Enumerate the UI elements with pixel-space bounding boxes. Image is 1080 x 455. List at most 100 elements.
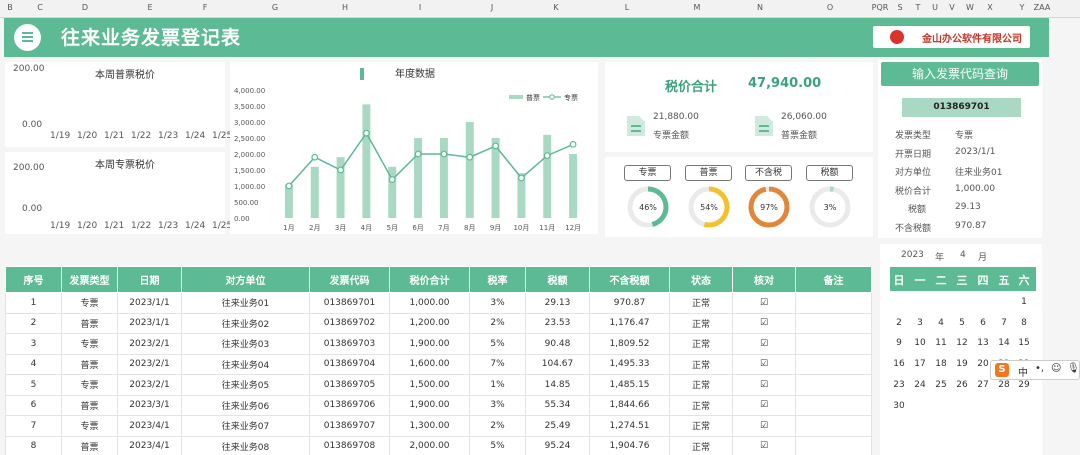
calendar-day[interactable]: 1	[1021, 297, 1027, 307]
calendar-day[interactable]: 12	[956, 338, 967, 348]
table-header-cell[interactable]: 对方单位	[181, 266, 310, 293]
table-cell[interactable]: 013869704	[309, 353, 390, 375]
column-header-E[interactable]: E	[147, 3, 152, 12]
table-cell[interactable]: 专票	[61, 292, 118, 314]
table-cell[interactable]	[795, 333, 872, 355]
table-cell[interactable]: 普票	[61, 353, 118, 375]
calendar-day[interactable]: 15	[1018, 338, 1029, 348]
table-cell[interactable]: 013869702	[309, 312, 390, 334]
calendar-day[interactable]: 28	[998, 380, 1009, 390]
table-cell[interactable]: 5	[5, 374, 62, 396]
column-header-C[interactable]: C	[37, 3, 43, 12]
calendar-day[interactable]: 6	[980, 318, 986, 328]
table-cell[interactable]	[795, 435, 872, 455]
table-header-cell[interactable]: 发票代码	[309, 266, 390, 293]
table-cell[interactable]: 1,300.00	[389, 415, 470, 437]
table-cell[interactable]: 2023/2/1	[117, 353, 182, 375]
table-header-cell[interactable]: 税价合计	[389, 266, 470, 293]
calendar-day[interactable]: 13	[977, 338, 988, 348]
calendar-day[interactable]: 3	[917, 318, 923, 328]
table-cell[interactable]: 往来业务04	[181, 353, 310, 375]
table-cell[interactable]: 013869708	[309, 435, 390, 455]
table-cell[interactable]: 1%	[469, 374, 526, 396]
table-cell[interactable]: 55.34	[525, 394, 590, 416]
column-header-J[interactable]: J	[491, 3, 493, 12]
table-cell[interactable]: 1,274.51	[589, 415, 670, 437]
column-header-T[interactable]: T	[916, 3, 921, 12]
table-cell[interactable]: 正常	[669, 353, 733, 375]
table-cell[interactable]: 104.67	[525, 353, 590, 375]
check-cell[interactable]: ☑	[732, 394, 796, 416]
table-cell[interactable]	[795, 292, 872, 314]
table-cell[interactable]: 普票	[61, 312, 118, 334]
calendar-day[interactable]: 8	[1021, 318, 1027, 328]
table-cell[interactable]: 2	[5, 312, 62, 334]
query-button[interactable]: 输入发票代码查询	[881, 62, 1039, 86]
table-cell[interactable]	[795, 312, 872, 334]
table-cell[interactable]: 7	[5, 415, 62, 437]
table-cell[interactable]: 90.48	[525, 333, 590, 355]
table-cell[interactable]: 1,900.00	[389, 394, 470, 416]
column-header-PQR[interactable]: PQR	[872, 3, 889, 12]
table-cell[interactable]: 2023/4/1	[117, 435, 182, 455]
calendar-day[interactable]: 18	[935, 359, 946, 369]
table-cell[interactable]: 1,200.00	[389, 312, 470, 334]
table-cell[interactable]: 1,809.52	[589, 333, 670, 355]
table-cell[interactable]: 正常	[669, 292, 733, 314]
table-cell[interactable]: 往来业务05	[181, 374, 310, 396]
table-cell[interactable]: 23.53	[525, 312, 590, 334]
calendar-day[interactable]: 10	[914, 338, 925, 348]
column-header-X[interactable]: X	[987, 3, 992, 12]
calendar-day[interactable]: 27	[977, 380, 988, 390]
check-cell[interactable]: ☑	[732, 374, 796, 396]
table-cell[interactable]: 1,900.00	[389, 333, 470, 355]
table-cell[interactable]: 1,000.00	[389, 292, 470, 314]
query-code-input[interactable]: 013869701	[902, 98, 1021, 117]
table-cell[interactable]: 2023/2/1	[117, 374, 182, 396]
table-cell[interactable]: 1,600.00	[389, 353, 470, 375]
table-cell[interactable]: 1,844.66	[589, 394, 670, 416]
calendar-day[interactable]: 4	[938, 318, 944, 328]
ime-mode[interactable]: 中	[1018, 364, 1028, 379]
column-header-L[interactable]: L	[625, 3, 629, 12]
column-header-M[interactable]: M	[694, 3, 701, 12]
table-cell[interactable]: 95.24	[525, 435, 590, 455]
table-cell[interactable]: 1,176.47	[589, 312, 670, 334]
column-header-N[interactable]: N	[757, 3, 763, 12]
calendar-day[interactable]: 29	[1018, 380, 1029, 390]
column-header-W[interactable]: W	[966, 3, 974, 12]
table-cell[interactable]: 2023/2/1	[117, 333, 182, 355]
column-header-G[interactable]: G	[272, 3, 278, 12]
column-header-F[interactable]: F	[203, 3, 208, 12]
table-cell[interactable]: 正常	[669, 415, 733, 437]
table-cell[interactable]: 013869701	[309, 292, 390, 314]
table-cell[interactable]: 正常	[669, 435, 733, 455]
table-cell[interactable]: 1,500.00	[389, 374, 470, 396]
check-cell[interactable]: ☑	[732, 415, 796, 437]
check-cell[interactable]: ☑	[732, 333, 796, 355]
calendar-day[interactable]: 26	[956, 380, 967, 390]
calendar-day[interactable]: 23	[893, 380, 904, 390]
table-cell[interactable]: 1	[5, 292, 62, 314]
table-cell[interactable]: 专票	[61, 333, 118, 355]
table-cell[interactable]: 5%	[469, 435, 526, 455]
ime-mic-icon[interactable]: 🎙	[1067, 363, 1080, 374]
table-cell[interactable]: 8	[5, 435, 62, 455]
table-cell[interactable]: 专票	[61, 374, 118, 396]
column-header-O[interactable]: O	[827, 3, 833, 12]
table-header-cell[interactable]: 不含税额	[589, 266, 670, 293]
column-header-U[interactable]: U	[932, 3, 938, 12]
table-cell[interactable]: 专票	[61, 415, 118, 437]
calendar-day[interactable]: 16	[893, 359, 904, 369]
table-cell[interactable]: 2023/1/1	[117, 292, 182, 314]
column-header-H[interactable]: H	[342, 3, 348, 12]
calendar-day[interactable]: 9	[896, 338, 902, 348]
table-cell[interactable]: 2,000.00	[389, 435, 470, 455]
table-cell[interactable]: 013869705	[309, 374, 390, 396]
calendar-day[interactable]: 19	[956, 359, 967, 369]
ime-logo-icon[interactable]: S	[995, 363, 1009, 377]
calendar-day[interactable]: 7	[1001, 318, 1007, 328]
table-cell[interactable]	[795, 415, 872, 437]
check-cell[interactable]: ☑	[732, 435, 796, 455]
table-header-cell[interactable]: 税率	[469, 266, 526, 293]
